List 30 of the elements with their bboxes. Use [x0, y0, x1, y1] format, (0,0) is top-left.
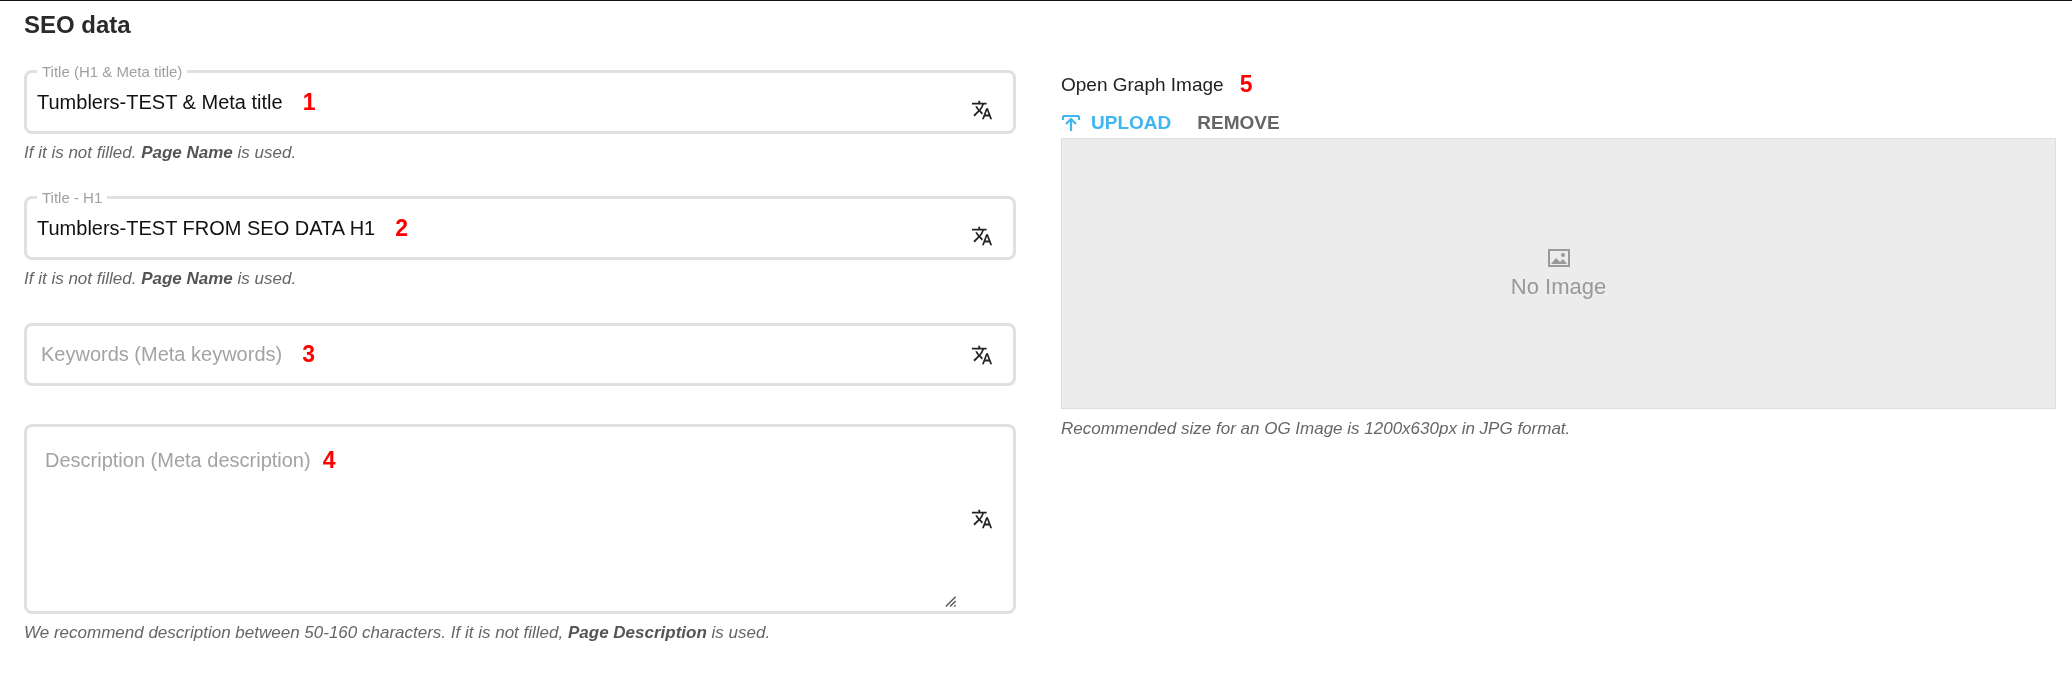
field-label: Title (H1 & Meta title) [41, 63, 184, 80]
resize-handle-icon[interactable] [943, 594, 957, 608]
annotation-number: 1 [302, 89, 316, 116]
translate-icon[interactable] [971, 224, 993, 247]
upload-icon [1061, 113, 1081, 133]
field-value: Tumblers-TEST & Meta title [37, 91, 283, 114]
remove-button[interactable]: REMOVE [1197, 112, 1280, 134]
hint-text: Recommended size for an OG Image is 1200x630px in JPG format. [1061, 419, 1572, 439]
placeholder: Keywords (Meta keywords) [40, 343, 283, 366]
translate-icon[interactable] [971, 98, 993, 121]
translate-icon[interactable] [971, 343, 993, 366]
placeholder: Description (Meta description) [44, 449, 311, 472]
input-field[interactable]: Description (Meta description) 4 [24, 424, 1016, 614]
section-title: SEO data [24, 11, 132, 39]
field-label: Title - H1 [41, 189, 104, 206]
translate-icon[interactable] [971, 508, 993, 530]
no-image-text: No Image [1510, 273, 1607, 300]
image-icon [1546, 247, 1571, 268]
hint-text: If it is not filled. Page Name is used. [24, 143, 298, 163]
hint-text: If it is not filled. Page Name is used. [24, 269, 298, 289]
og-image-label: Open Graph Image [1061, 73, 1224, 96]
annotation-number: 2 [395, 215, 408, 242]
annotation-number: 3 [302, 341, 315, 368]
annotation-number: 5 [1239, 71, 1253, 98]
hint-text: We recommend description between 50-160 characters. If it is not filled, Page Description is used. [24, 623, 772, 643]
input-field[interactable]: Title (H1 & Meta title) Tumblers-TEST & Meta title 1 [24, 63, 1016, 134]
annotation-number: 4 [322, 447, 336, 474]
input-field[interactable]: Keywords (Meta keywords) 3 [24, 323, 1016, 386]
input-field[interactable]: Title - H1 Tumblers-TEST FROM SEO DATA H1 2 [24, 189, 1016, 260]
field-value: Tumblers-TEST FROM SEO DATA H1 [37, 217, 376, 240]
